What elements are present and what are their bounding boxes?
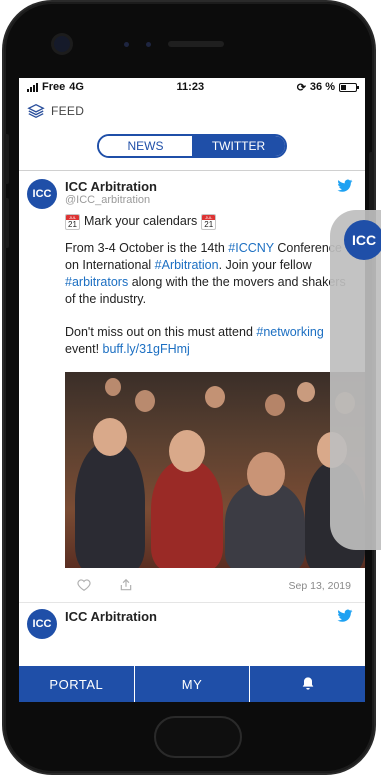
rotation-lock-icon: ⟳ [296, 81, 306, 94]
app-screen: Free 4G 11:23 ⟳ 36 % FEED NEWS TWITTER I… [19, 78, 365, 702]
nav-notifications[interactable] [250, 666, 365, 702]
tweet-paragraph: From 3-4 October is the 14th #ICCNY Conf… [65, 241, 346, 306]
url-link[interactable]: buff.ly/31gFHmj [103, 342, 190, 356]
layers-icon [27, 103, 45, 119]
author-name[interactable]: ICC Arbitration [65, 609, 157, 624]
author-name[interactable]: ICC Arbitration [65, 179, 157, 194]
signal-icon [27, 82, 38, 92]
floating-overlay-panel[interactable] [330, 210, 381, 550]
feed-tabs: NEWS TWITTER [97, 134, 287, 158]
tweet-line: Mark your calendars [84, 214, 198, 228]
status-bar: Free 4G 11:23 ⟳ 36 % [19, 78, 365, 96]
tweet-card[interactable]: ICC ICC Arbitration [19, 602, 365, 639]
sensor [124, 42, 129, 47]
bottom-nav: PORTAL MY [19, 666, 365, 702]
carrier-name: Free [42, 81, 66, 93]
sensor [146, 42, 151, 47]
tweet-date: Sep 13, 2019 [288, 580, 351, 592]
front-camera [54, 36, 70, 52]
battery-percent: 36 % [309, 81, 335, 93]
hashtag-link[interactable]: #arbitrators [65, 275, 128, 289]
tweet-paragraph: Don't miss out on this must attend #netw… [65, 325, 324, 356]
battery-icon [338, 82, 359, 92]
calendar-emoji-icon: JUL 21 [201, 213, 217, 230]
tweet-card[interactable]: ICC ICC Arbitration @ICC_arbitration JUL… [19, 171, 365, 602]
hashtag-link[interactable]: #ICCNY [228, 241, 274, 255]
hashtag-link[interactable]: #Arbitration [155, 258, 219, 272]
calendar-emoji-icon: JUL 21 [65, 213, 80, 230]
tweet-body: JUL 21 Mark your calendars JUL 21 From 3-4… [27, 213, 355, 358]
home-button[interactable] [154, 716, 242, 758]
nav-portal[interactable]: PORTAL [19, 666, 135, 702]
earpiece-speaker [168, 41, 224, 47]
tweet-photo[interactable] [65, 372, 365, 568]
twitter-icon [337, 609, 353, 622]
network-type: 4G [69, 81, 84, 93]
bell-icon [302, 677, 314, 690]
overlay-avatar[interactable]: ICC [344, 220, 381, 260]
clock: 11:23 [176, 81, 205, 93]
heart-icon[interactable] [77, 578, 91, 592]
author-avatar[interactable]: ICC [27, 179, 57, 209]
hashtag-link[interactable]: #networking [256, 325, 323, 339]
tab-twitter[interactable]: TWITTER [192, 136, 285, 156]
tab-news[interactable]: NEWS [99, 136, 192, 156]
volume-up-button [4, 134, 9, 184]
author-handle[interactable]: @ICC_arbitration [65, 194, 157, 206]
share-icon[interactable] [119, 578, 133, 592]
feed-title: FEED [51, 104, 85, 118]
nav-my[interactable]: MY [135, 666, 251, 702]
feed-header: FEED [19, 96, 365, 126]
volume-down-button [4, 198, 9, 248]
author-avatar[interactable]: ICC [27, 609, 57, 639]
twitter-icon [337, 179, 353, 192]
